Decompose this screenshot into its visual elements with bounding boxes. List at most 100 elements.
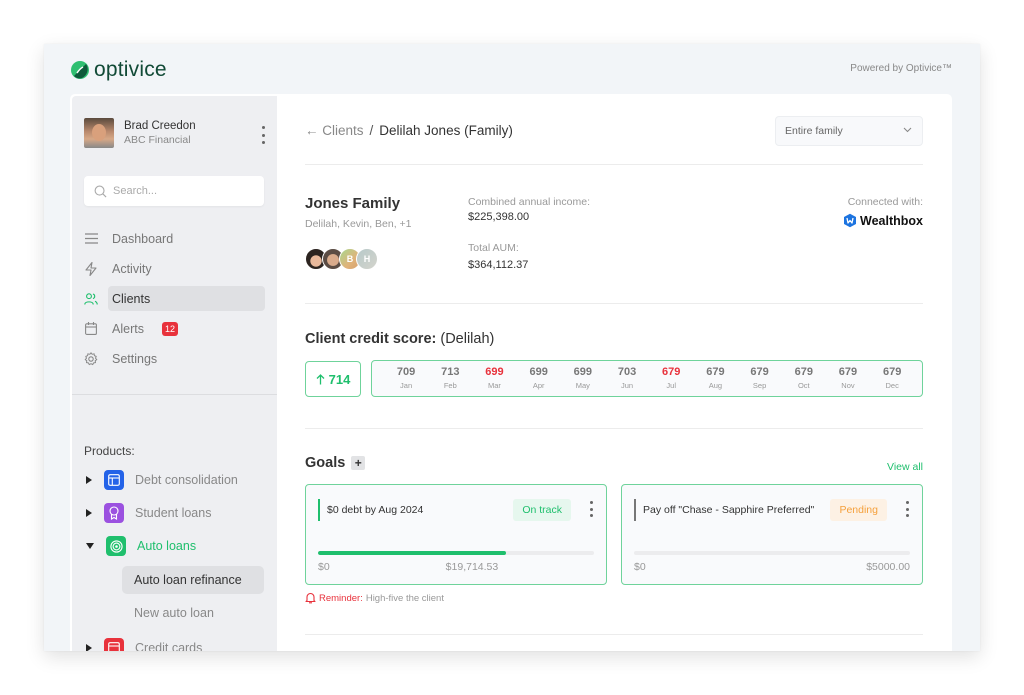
scope-select-value: Entire family xyxy=(785,125,843,137)
sidebar-item-label: Clients xyxy=(112,291,151,306)
month-label: Mar xyxy=(488,381,501,390)
goal-max-value: $5000.00 xyxy=(866,561,910,573)
bell-icon xyxy=(305,592,316,604)
brand-logo[interactable]: optivice xyxy=(70,58,167,82)
goals-title: Goals xyxy=(305,455,346,471)
family-members: Delilah, Kevin, Ben, +1 xyxy=(305,218,412,230)
sidebar-item-settings[interactable]: Settings xyxy=(84,346,265,371)
month-score-value: 699 xyxy=(485,366,504,378)
reminder: Reminder: High-five the client xyxy=(305,592,444,604)
avatar[interactable]: H xyxy=(356,248,378,270)
sidebar-item-label: Settings xyxy=(112,351,158,366)
expand-caret-icon[interactable] xyxy=(86,644,92,651)
reminder-text: High-five the client xyxy=(365,592,444,604)
month-score-value: 679 xyxy=(706,366,725,378)
powered-by: Powered by Optivice™ xyxy=(850,63,952,74)
target-icon xyxy=(106,536,126,556)
month-score: 679 Jul xyxy=(649,361,693,396)
app-window: optivice Powered by Optivice™ Brad Creed… xyxy=(44,44,980,651)
month-score-value: 679 xyxy=(838,366,858,378)
month-label: May xyxy=(575,381,590,390)
product-debt-consolidation[interactable]: Debt consolidation xyxy=(84,469,264,491)
month-score-value: 679 xyxy=(662,366,681,378)
month-score: 679 Nov xyxy=(826,361,870,396)
month-score-value: 679 xyxy=(882,366,902,378)
aum-label: Total AUM: xyxy=(468,242,519,254)
sidebar-item-activity[interactable]: Activity xyxy=(84,256,265,281)
goal-min-value: $0 xyxy=(634,561,646,573)
family-avatars: B H xyxy=(305,248,378,270)
month-score: 703 Jun xyxy=(605,361,649,396)
month-score: 713 Feb xyxy=(428,361,472,396)
goal-max-value: $19,714.53 xyxy=(445,561,499,573)
month-score: 709 Jan xyxy=(384,361,428,396)
month-label: Aug xyxy=(708,381,723,390)
search-input[interactable]: Search... xyxy=(84,176,264,206)
income-label: Combined annual income: xyxy=(468,196,590,208)
user-menu-kebab-icon[interactable] xyxy=(258,126,268,144)
scope-select[interactable]: Entire family xyxy=(775,116,923,146)
current-score-value: 714 xyxy=(328,371,351,387)
product-credit-cards[interactable]: Credit cards xyxy=(84,637,264,651)
reminder-label: Reminder: xyxy=(319,592,363,604)
goal-title: Pay off "Chase - Sapphire Preferred" xyxy=(643,504,815,516)
subitem-auto-loan-refinance[interactable]: Auto loan refinance xyxy=(122,566,264,594)
sidebar-item-clients[interactable]: Clients xyxy=(84,286,265,311)
goal-card[interactable]: $0 debt by Aug 2024 On track $0 $19,714.53 xyxy=(305,484,607,585)
month-score: 679 Aug xyxy=(693,361,737,396)
month-score-value: 679 xyxy=(750,366,769,378)
credit-score-person: (Delilah) xyxy=(436,331,495,347)
breadcrumb-back-link[interactable]: ← Clients xyxy=(305,123,364,138)
month-label: Oct xyxy=(797,381,810,390)
expand-caret-icon[interactable] xyxy=(86,476,92,484)
product-auto-loans[interactable]: Auto loans xyxy=(84,535,264,557)
breadcrumb-current: Delilah Jones (Family) xyxy=(379,123,513,138)
lightning-icon xyxy=(84,261,98,276)
user-profile[interactable]: Brad Creedon ABC Financial xyxy=(84,118,196,148)
breadcrumb-separator: / xyxy=(369,123,374,138)
award-icon xyxy=(104,503,124,523)
sidebar-item-dashboard[interactable]: Dashboard xyxy=(84,226,265,251)
gear-icon xyxy=(84,351,98,366)
month-label: Dec xyxy=(885,381,899,390)
product-label: Student loans xyxy=(135,506,212,520)
credit-score-title: Client credit score: (Delilah) xyxy=(305,331,494,347)
goal-status-badge: On track xyxy=(513,499,571,521)
sidebar-item-label: Alerts xyxy=(112,321,144,336)
month-label: Sep xyxy=(752,381,767,390)
goal-accent-bar xyxy=(634,499,636,521)
goal-card[interactable]: Pay off "Chase - Sapphire Preferred" Pend… xyxy=(621,484,923,585)
breadcrumb: ← Clients / Delilah Jones (Family) xyxy=(305,123,513,138)
divider xyxy=(305,303,923,304)
goal-accent-bar xyxy=(318,499,320,521)
month-score: 679 Oct xyxy=(782,361,826,396)
products-heading: Products: xyxy=(84,444,135,458)
view-all-goals-link[interactable]: View all xyxy=(887,461,923,473)
divider xyxy=(305,164,923,165)
subitem-new-auto-loan[interactable]: New auto loan xyxy=(122,599,264,627)
goal-menu-kebab-icon[interactable] xyxy=(589,501,593,517)
add-goal-button[interactable]: + xyxy=(351,456,366,470)
goal-menu-kebab-icon[interactable] xyxy=(905,501,909,517)
search-icon xyxy=(94,185,107,197)
month-label: Nov xyxy=(841,381,855,390)
wealthbox-integration[interactable]: Wealthbox xyxy=(843,213,923,228)
wealthbox-name: Wealthbox xyxy=(860,213,923,228)
month-score-value: 679 xyxy=(794,366,813,378)
expand-caret-icon[interactable] xyxy=(86,509,92,517)
product-student-loans[interactable]: Student loans xyxy=(84,502,264,524)
sidebar-item-label: Activity xyxy=(112,261,152,276)
month-score-value: 699 xyxy=(573,366,593,378)
search-placeholder: Search... xyxy=(113,185,158,197)
sidebar-item-alerts[interactable]: Alerts 12 xyxy=(84,316,265,341)
users-icon xyxy=(84,292,98,306)
month-score: 679 Dec xyxy=(870,361,914,396)
goals-heading: Goals + xyxy=(305,455,366,471)
brand-name: optivice xyxy=(94,58,167,81)
collapse-caret-icon[interactable] xyxy=(86,543,94,549)
month-score: 699 Apr xyxy=(517,361,561,396)
month-label: Jan xyxy=(400,381,413,390)
goal-progress-bar xyxy=(318,551,594,555)
wealthbox-logo-icon xyxy=(844,213,857,228)
month-score-value: 703 xyxy=(617,366,637,378)
